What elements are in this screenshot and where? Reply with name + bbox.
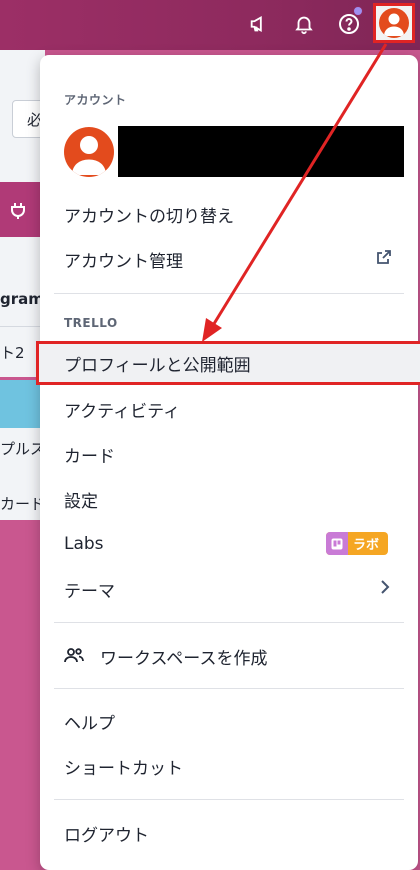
avatar [379, 8, 409, 38]
menu-item-label: ヘルプ [64, 713, 115, 734]
menu-item-settings[interactable]: 設定 [40, 477, 418, 521]
menu-item-label: Labs [64, 534, 104, 554]
menu-item-label: カード [64, 446, 115, 467]
bell-icon[interactable] [289, 9, 319, 39]
menu-item-cards[interactable]: カード [40, 432, 418, 476]
menu-item-label: プロフィールと公開範囲 [64, 355, 251, 376]
people-icon [64, 647, 84, 665]
menu-item-label: ワークスペースを作成 [100, 648, 268, 669]
divider [54, 293, 404, 294]
menu-item-manage-account[interactable]: アカウント管理 [40, 237, 418, 281]
menu-item-label: 設定 [64, 491, 98, 512]
menu-item-label: ログアウト [64, 825, 149, 846]
menu-item-label: ショートカット [64, 758, 183, 779]
external-link-icon [376, 249, 392, 270]
menu-item-shortcuts[interactable]: ショートカット [40, 744, 418, 788]
trello-logo-icon [326, 532, 348, 555]
menu-item-switch-account[interactable]: アカウントの切り替え [40, 192, 418, 236]
redacted-account-info [118, 126, 404, 177]
background-text: プルス [0, 440, 46, 458]
section-title-account: アカウント [64, 93, 127, 107]
menu-item-label: アカウント管理 [64, 251, 183, 272]
menu-item-label: アカウントの切り替え [64, 206, 234, 227]
menu-item-create-workspace[interactable]: ワークスペースを作成 [40, 634, 418, 678]
menu-item-labs[interactable]: Labs ラボ [40, 522, 418, 566]
divider [54, 622, 404, 623]
menu-item-label: テーマ [64, 581, 115, 602]
avatar [64, 127, 114, 177]
notification-dot [353, 6, 363, 16]
menu-item-profile-visibility[interactable]: プロフィールと公開範囲 [36, 341, 420, 385]
chevron-right-icon [378, 579, 392, 600]
menu-item-help[interactable]: ヘルプ [40, 699, 418, 743]
divider [54, 688, 404, 689]
menu-item-label: アクティビティ [64, 401, 181, 422]
background-text: gram [0, 290, 44, 308]
plug-icon [10, 202, 26, 224]
account-avatar-button[interactable] [373, 3, 415, 43]
menu-item-theme[interactable]: テーマ [40, 567, 418, 611]
background-text: カード [0, 495, 46, 513]
board-background: 必 gram ト2 プルス カード [0, 50, 52, 870]
megaphone-icon[interactable] [244, 9, 274, 39]
divider [54, 799, 404, 800]
menu-item-logout[interactable]: ログアウト [40, 811, 418, 855]
account-menu: アカウント アカウントの切り替え アカウント管理 TRELLO プロフィールと公… [36, 55, 420, 870]
background-text: ト2 [0, 344, 25, 362]
labs-badge-label: ラボ [353, 538, 380, 553]
menu-item-activity[interactable]: アクティビティ [40, 387, 418, 431]
labs-badge: ラボ [326, 532, 388, 555]
section-title-trello: TRELLO [64, 316, 118, 330]
top-navigation-bar [0, 0, 420, 50]
